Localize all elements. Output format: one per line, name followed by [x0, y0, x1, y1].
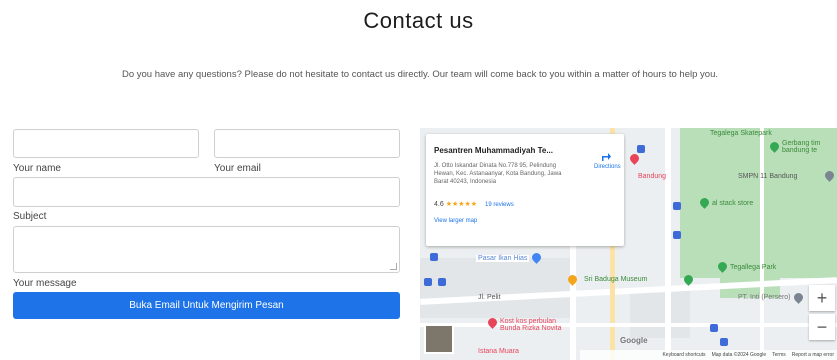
map-footer: Keyboard shortcuts Map data ©2024 Google…: [580, 350, 837, 360]
map-label-istana: Istana Muara: [478, 348, 519, 355]
place-info-card: Pesantren Muhammadiyah Te... Jl. Otto Is…: [426, 134, 624, 246]
subject-field[interactable]: [13, 177, 400, 207]
name-label: Your name: [13, 163, 61, 174]
subject-label: Subject: [13, 211, 47, 222]
keyboard-shortcuts-link[interactable]: Keyboard shortcuts: [662, 352, 705, 358]
report-error-link[interactable]: Report a map error: [792, 352, 834, 358]
map-label-skatepark: Tegalega Skatepark: [710, 130, 772, 137]
map-road: [760, 128, 764, 360]
email-label: Your email: [214, 163, 261, 174]
map-label-tegallega-park: Tegallega Park: [730, 264, 777, 271]
bus-stop-icon: [720, 338, 728, 346]
bus-stop-icon: [710, 324, 718, 332]
bus-stop-icon: [637, 145, 645, 153]
reviews-link[interactable]: 19 reviews: [485, 202, 514, 208]
terms-link[interactable]: Terms: [772, 352, 786, 358]
map-pin-icon: [792, 291, 805, 304]
zoom-out-button[interactable]: −: [809, 314, 835, 340]
bus-stop-icon: [673, 231, 681, 239]
map-label-kost: Kost kos perbulan Bunda Rizka Novita: [500, 318, 562, 332]
map-label-pt-inti: PT. Inti (Persero): [738, 294, 791, 301]
map-label-smpn: SMPN 11 Bandung: [738, 173, 798, 180]
view-larger-map-link[interactable]: View larger map: [434, 218, 477, 224]
star-icon: ★★★★★: [445, 201, 478, 208]
map-label-sri-baduga: Sri Baduga Museum: [584, 276, 648, 283]
map-pin-icon: [628, 152, 641, 165]
rating-value: 4.6: [434, 201, 444, 208]
map-label-bandung: Bandung: [638, 173, 667, 180]
map-road: [570, 243, 576, 360]
map-label-pasar-ikan: Pasar Ikan Hias: [476, 255, 530, 262]
bus-stop-icon: [438, 278, 446, 286]
map-road: [420, 323, 837, 327]
map-data-text: Map data ©2024 Google: [711, 352, 767, 358]
page-subtitle: Do you have any questions? Please do not…: [121, 69, 718, 80]
zoom-in-button[interactable]: +: [809, 285, 835, 311]
directions-label: Directions: [594, 164, 621, 170]
map-label-gerbang: Gerbang tim bandung te: [782, 140, 821, 154]
message-field[interactable]: [13, 226, 400, 273]
message-label: Your message: [13, 278, 77, 289]
submit-button[interactable]: Buka Email Untuk Mengirim Pesan: [13, 292, 400, 319]
map-label-jl-pelit: Jl. Pelit: [478, 294, 501, 301]
street-view-thumbnail[interactable]: [424, 324, 454, 354]
bus-stop-icon: [430, 253, 438, 261]
page-title: Contact us: [363, 8, 474, 33]
google-logo: Google: [620, 336, 648, 345]
name-field[interactable]: [13, 129, 199, 158]
place-title: Pesantren Muhammadiyah Te...: [434, 146, 553, 155]
place-address: Jl. Otto Iskandar Dinata No.778 95, Peli…: [434, 163, 562, 185]
map-label-stock: al stack store: [712, 200, 754, 207]
map-embed[interactable]: Pesantren Muhammadiyah Te... Jl. Otto Is…: [420, 128, 837, 360]
directions-button[interactable]: Directions: [594, 150, 621, 170]
map-block: [420, 258, 570, 318]
directions-icon: [602, 153, 611, 161]
bus-stop-icon: [673, 202, 681, 210]
resize-handle[interactable]: [390, 263, 397, 270]
place-rating: 4.6 ★★★★★ 19 reviews: [434, 200, 514, 208]
email-field[interactable]: [214, 129, 400, 158]
bus-stop-icon: [424, 278, 432, 286]
map-block: [630, 288, 690, 338]
